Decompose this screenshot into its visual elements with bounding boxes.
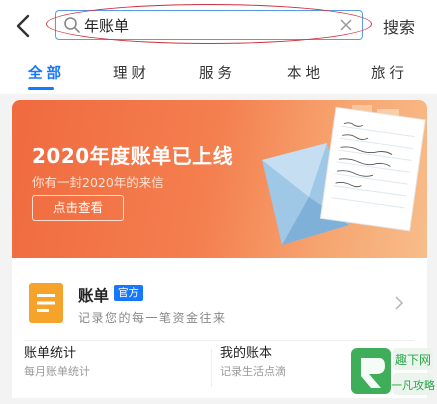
search-button[interactable]: 搜索: [383, 14, 415, 38]
tab-finance[interactable]: 理财: [113, 62, 150, 83]
view-button[interactable]: 点击查看: [32, 195, 124, 221]
active-tab-indicator: [28, 87, 54, 90]
category-tabs: 全部 理财 服务 本地 旅行: [0, 52, 437, 94]
search-box[interactable]: [55, 10, 363, 40]
bill-app-icon: [29, 283, 63, 323]
sub-item-desc: 记录生活点滴: [220, 365, 286, 378]
annual-bill-banner[interactable]: 2020年度账单已上线 你有一封2020年的来信 点击查看: [12, 100, 427, 258]
watermark-line1: 趣下网: [395, 352, 431, 367]
tab-services[interactable]: 服务: [199, 62, 236, 83]
envelope-letter-illustration: [262, 105, 426, 245]
chevron-right-icon[interactable]: [393, 294, 405, 312]
sub-item-title: 我的账本: [220, 346, 273, 361]
back-arrow-icon[interactable]: [12, 12, 36, 40]
tab-travel[interactable]: 旅行: [371, 62, 408, 83]
bill-statistics-entry[interactable]: 账单统计 每月账单统计: [24, 342, 209, 398]
top-bar: 搜索: [0, 0, 437, 52]
official-badge: 官方: [114, 285, 143, 301]
watermark-line2: 一凡攻略: [391, 378, 435, 392]
app-name: 账单: [78, 287, 110, 305]
sub-item-title: 账单统计: [24, 346, 77, 361]
banner-title: 2020年度账单已上线: [32, 144, 234, 168]
divider: [211, 349, 212, 387]
search-input[interactable]: [84, 14, 334, 36]
site-watermark-logo: 趣下网 一凡攻略: [351, 348, 435, 395]
tab-all[interactable]: 全部: [28, 62, 65, 83]
banner-subtitle: 你有一封2020年的来信: [32, 175, 164, 190]
app-description: 记录您的每一笔资金往来: [78, 311, 227, 325]
clear-icon[interactable]: [338, 17, 354, 33]
tab-local[interactable]: 本地: [287, 62, 324, 83]
divider: [24, 340, 414, 341]
sub-item-desc: 每月账单统计: [24, 365, 90, 378]
search-icon: [64, 17, 80, 33]
